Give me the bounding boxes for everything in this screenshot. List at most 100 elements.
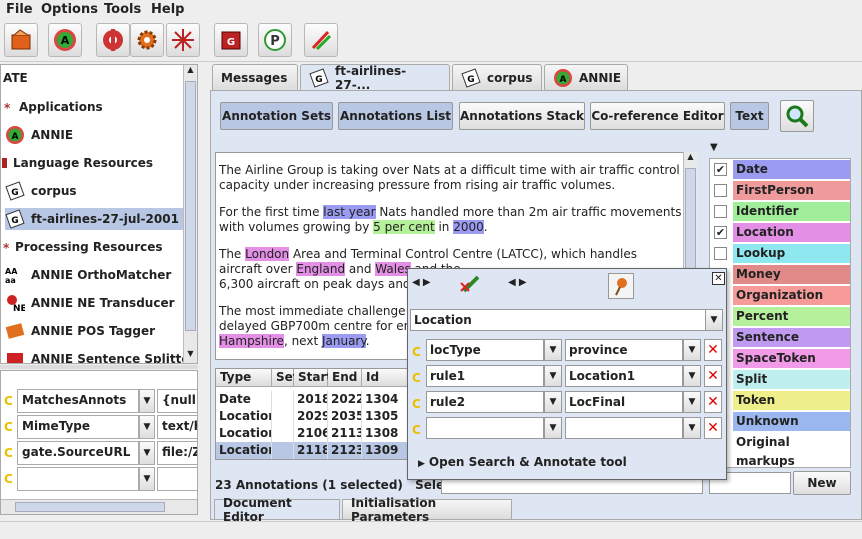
popup-feature-name[interactable]: locType — [426, 339, 544, 361]
table-row[interactable]: Location 2029 2035 1305 — [216, 408, 410, 425]
annotation-type-row[interactable]: Money — [710, 264, 850, 285]
feature-name-field[interactable]: gate.SourceURL — [17, 441, 139, 465]
tree-scrollbar[interactable]: ▲ ▼ — [183, 65, 197, 363]
annotation-type-label[interactable]: Lookup — [733, 244, 850, 263]
tree-language-resources[interactable]: Language Resources — [1, 152, 153, 174]
scroll-up-icon[interactable]: ▲ — [185, 65, 196, 79]
annotation-type-row[interactable]: Identifier — [710, 201, 850, 222]
new-button[interactable]: New — [793, 471, 851, 495]
column-header-type[interactable]: Type — [216, 369, 272, 387]
table-row[interactable]: Location 2106 2113 1308 — [216, 425, 410, 442]
new-processing-resource-button[interactable] — [96, 23, 130, 57]
remove-feature-icon[interactable]: ✕ — [704, 417, 722, 439]
tree-item-ne-transducer[interactable]: NE ANNIE NE Transducer — [5, 292, 175, 314]
annotation-type-label[interactable]: Unknown — [733, 412, 850, 431]
tab-messages[interactable]: Messages — [212, 64, 298, 90]
location-annotation[interactable]: England — [296, 262, 346, 276]
popup-feature-value[interactable]: LocFinal — [565, 391, 683, 413]
percent-annotation[interactable]: 5 per cent — [373, 220, 435, 234]
tree-processing-resources[interactable]: * Processing Resources — [1, 236, 163, 258]
tree-item-pos-tagger[interactable]: ANNIE POS Tagger — [5, 320, 155, 342]
location-annotation[interactable]: London — [245, 247, 290, 261]
menu-options[interactable]: Options — [41, 2, 98, 17]
remove-feature-icon[interactable]: ✕ — [704, 339, 722, 361]
annotations-stack-button[interactable]: Annotations Stack — [459, 102, 585, 130]
data-store-tool-button[interactable] — [166, 23, 200, 57]
tree-item-orthomatcher[interactable]: AA aa ANNIE OrthoMatcher — [5, 264, 171, 286]
annotation-type-row[interactable]: Unknown — [710, 411, 850, 432]
date-annotation[interactable]: 2000 — [453, 220, 484, 234]
open-datastore-button[interactable]: G — [214, 23, 248, 57]
annotation-type-label[interactable]: Sentence — [733, 328, 850, 347]
left-splitter[interactable] — [0, 365, 198, 369]
tree-item-document[interactable]: G ft-airlines-27-jul-2001 — [5, 208, 187, 230]
annotation-sets-button[interactable]: Annotation Sets — [220, 102, 333, 130]
nav-arrows-icon[interactable]: ◀ ▶ — [412, 277, 431, 288]
close-icon[interactable]: ✕ — [712, 272, 725, 285]
feature-value-field[interactable] — [157, 467, 197, 491]
annotation-type-label[interactable]: Percent — [733, 307, 850, 326]
pipeline-button[interactable]: P — [258, 23, 292, 57]
scroll-up-icon[interactable]: ▲ — [685, 152, 696, 166]
menu-tools[interactable]: Tools — [104, 2, 141, 17]
annotation-type-row[interactable]: Percent — [710, 306, 850, 327]
popup-feature-name[interactable]: rule2 — [426, 391, 544, 413]
chevron-down-icon[interactable]: ▼ — [139, 467, 155, 491]
menu-help[interactable]: Help — [151, 2, 184, 17]
annotation-type-checkbox[interactable]: ✔ — [714, 226, 727, 239]
remove-feature-icon[interactable]: ✕ — [704, 391, 722, 413]
annotation-type-label[interactable]: Location — [733, 223, 850, 242]
annotation-set-toggle-icon[interactable]: ▼ — [710, 142, 718, 153]
location-annotation[interactable]: Hampshire — [219, 334, 284, 348]
new-application-button[interactable]: A — [48, 23, 82, 57]
menu-file[interactable]: File — [6, 2, 33, 17]
feature-value-field[interactable]: {null= — [157, 389, 197, 413]
tree-applications[interactable]: * Applications — [1, 96, 103, 118]
annotation-type-label[interactable]: FirstPerson — [733, 181, 850, 200]
annotation-type-field[interactable]: Location — [410, 309, 706, 331]
annotate-pen-button[interactable] — [458, 273, 484, 298]
chevron-down-icon[interactable]: ▼ — [683, 391, 701, 413]
column-header-end[interactable]: End — [328, 369, 362, 387]
tree-item-annie[interactable]: A ANNIE — [5, 124, 73, 146]
feature-name-field[interactable] — [17, 467, 139, 491]
annotation-type-checkbox[interactable]: ✔ — [714, 163, 727, 176]
chevron-down-icon[interactable]: ▼ — [139, 389, 155, 413]
annotation-type-checkbox[interactable] — [714, 184, 727, 197]
text-button[interactable]: Text — [730, 102, 769, 130]
tab-document-editor[interactable]: Document Editor — [214, 496, 340, 524]
feature-value-field[interactable]: text/h — [157, 415, 197, 439]
chevron-down-icon[interactable]: ▼ — [683, 339, 701, 361]
tree-item-sentence-splitter[interactable]: ANNIE Sentence Splitter — [5, 348, 195, 363]
annotation-type-row[interactable]: Sentence — [710, 327, 850, 348]
popup-feature-name[interactable]: rule1 — [426, 365, 544, 387]
table-row[interactable]: Date 2018 2022 1304 — [216, 391, 410, 408]
chevron-down-icon[interactable]: ▼ — [683, 417, 701, 439]
remove-feature-icon[interactable]: ✕ — [704, 365, 722, 387]
column-header-id[interactable]: Id — [362, 369, 410, 387]
annotation-type-row[interactable]: ✔ Date — [710, 159, 850, 180]
features-hscrollbar[interactable] — [1, 499, 197, 514]
date-annotation[interactable]: last year — [323, 205, 376, 219]
feature-name-field[interactable]: MatchesAnnots — [17, 389, 139, 413]
search-button[interactable] — [780, 100, 814, 132]
annotation-type-label[interactable]: Token — [733, 391, 850, 410]
annotation-type-checkbox[interactable] — [714, 205, 727, 218]
annotation-type-label[interactable]: Identifier — [733, 202, 850, 221]
tree-root[interactable]: ATE — [3, 67, 28, 89]
gear-tool-button[interactable] — [130, 23, 164, 57]
annotation-type-row[interactable]: Lookup — [710, 243, 850, 264]
annotation-type-row[interactable]: SpaceToken — [710, 348, 850, 369]
scroll-down-icon[interactable]: ▼ — [185, 349, 196, 363]
tree-scroll-thumb[interactable] — [185, 81, 196, 331]
chevron-down-icon[interactable]: ▼ — [683, 365, 701, 387]
annotation-type-row[interactable]: Split — [710, 369, 850, 390]
feature-value-field[interactable]: file:/Z — [157, 441, 197, 465]
features-scroll-thumb[interactable] — [15, 502, 165, 512]
coreference-editor-button[interactable]: Co-reference Editor — [590, 102, 725, 130]
table-row-selected[interactable]: Location 2118 2123 1309 — [216, 442, 410, 459]
annotation-type-row[interactable]: Original markups — [710, 432, 850, 467]
chevron-down-icon[interactable]: ▼ — [544, 391, 562, 413]
popup-feature-value[interactable]: province — [565, 339, 683, 361]
chevron-down-icon[interactable]: ▼ — [139, 415, 155, 439]
